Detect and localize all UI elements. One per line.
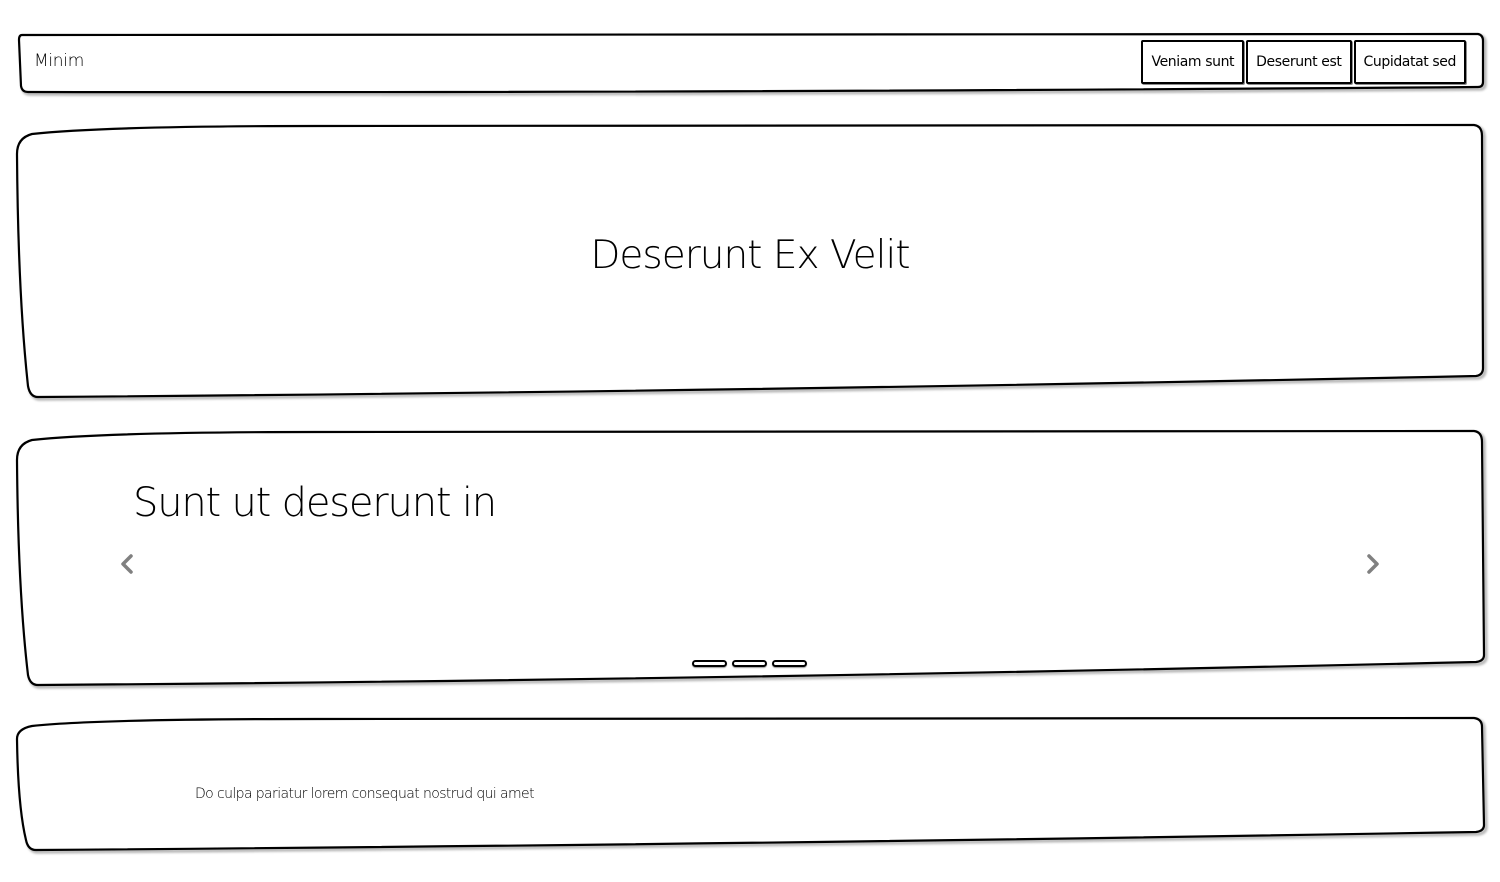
top-navbar: Minim Veniam sunt Deserunt est Cupidatat…: [16, 32, 1487, 96]
nav-item-veniam-sunt[interactable]: Veniam sunt: [1141, 40, 1245, 84]
hero-title: Deserunt Ex Velit: [590, 233, 910, 278]
footer-panel: Do culpa pariatur lorem consequat nostru…: [15, 716, 1488, 854]
carousel-indicator-1[interactable]: [692, 660, 727, 667]
page: Minim Veniam sunt Deserunt est Cupidatat…: [0, 0, 1500, 882]
carousel: Sunt ut deserunt in: [15, 429, 1488, 689]
brand-logo-text[interactable]: Minim: [34, 49, 84, 73]
carousel-slide-title: Sunt ut deserunt in: [133, 480, 497, 526]
carousel-indicators: [692, 660, 807, 667]
carousel-prev-button[interactable]: [113, 548, 141, 580]
chevron-left-icon: [121, 554, 133, 574]
carousel-indicator-2[interactable]: [732, 660, 767, 667]
nav-item-cupidatat-sed[interactable]: Cupidatat sed: [1353, 40, 1466, 84]
carousel-next-button[interactable]: [1359, 548, 1387, 580]
footer-text: Do culpa pariatur lorem consequat nostru…: [195, 786, 535, 802]
nav-item-deserunt-est[interactable]: Deserunt est: [1246, 40, 1352, 84]
carousel-indicator-3[interactable]: [772, 660, 807, 667]
chevron-right-icon: [1367, 554, 1379, 574]
main-nav: Veniam sunt Deserunt est Cupidatat sed: [1141, 40, 1466, 84]
hero-panel: Deserunt Ex Velit: [15, 123, 1487, 401]
